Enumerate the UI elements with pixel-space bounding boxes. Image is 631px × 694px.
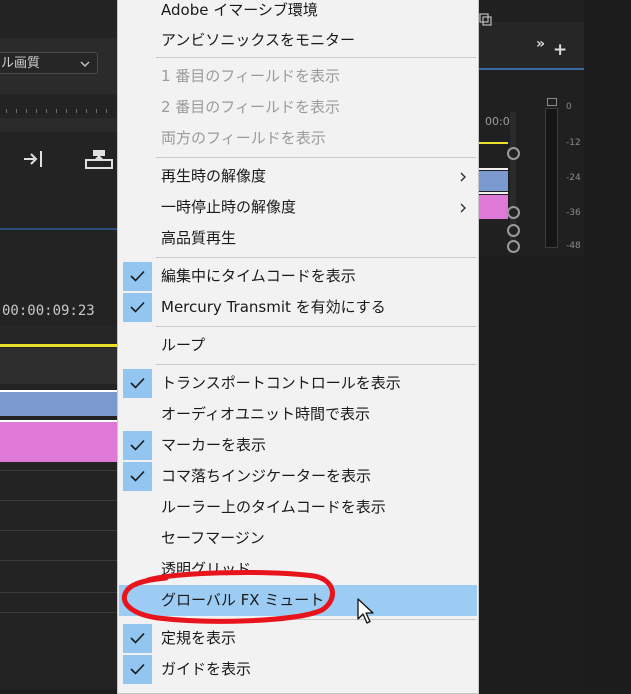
submenu-arrow-icon	[460, 172, 466, 182]
menu-item-label: 2 番目のフィールドを表示	[161, 98, 341, 116]
track-divider	[0, 612, 118, 613]
timeline-timecode: 00:00:09:23	[2, 303, 95, 319]
menu-item-label: 定規を表示	[161, 629, 237, 647]
checkmark-icon	[123, 293, 152, 322]
menu-item-label: 再生時の解像度	[161, 167, 267, 185]
mouse-cursor-icon	[357, 598, 374, 624]
video-clip-right[interactable]	[478, 171, 508, 191]
menu-item-show-timecode-editing[interactable]: 編集中にタイムコードを表示	[119, 261, 477, 292]
chevron-down-icon	[80, 61, 90, 67]
checkmark-icon	[123, 262, 152, 291]
menu-item-label: Mercury Transmit を有効にする	[161, 298, 386, 316]
menu-item-show-transport-controls[interactable]: トランスポートコントロールを表示	[119, 368, 477, 399]
menu-item-label: 編集中にタイムコードを表示	[161, 267, 356, 285]
panel-focus-border	[0, 228, 118, 230]
menu-item-loop[interactable]: ループ	[119, 330, 477, 361]
work-area-bar-right	[478, 142, 508, 144]
menu-item-label: トランスポートコントロールを表示	[161, 374, 401, 392]
menu-item-safe-margins[interactable]: セーフマージン	[119, 523, 477, 554]
menu-item-paused-resolution[interactable]: 一時停止時の解像度	[119, 192, 477, 223]
menu-item-label: Adobe イマーシブ環境	[161, 1, 318, 19]
timeline-track	[0, 348, 118, 384]
menu-separator	[156, 364, 476, 365]
menu-item-show-rulers[interactable]: 定規を表示	[119, 623, 477, 654]
menu-item-label: オーディオユニット時間で表示	[161, 405, 370, 423]
red-annotation-circle	[122, 570, 335, 624]
menu-separator	[156, 257, 476, 258]
checkmark-icon	[123, 462, 152, 491]
checkmark-icon	[123, 655, 152, 684]
monitor-ruler	[6, 109, 107, 113]
right-dark-area	[584, 0, 631, 689]
plus-icon[interactable]: +	[553, 40, 567, 60]
meter-label: -24	[566, 173, 581, 183]
track-divider	[0, 500, 118, 501]
monitor-scrub-bar[interactable]	[0, 118, 118, 132]
scroll-knob[interactable]	[507, 206, 520, 219]
track-divider	[0, 470, 118, 471]
double-chevron-icon[interactable]: »	[536, 36, 545, 52]
menu-item-label: マーカーを表示	[161, 436, 267, 454]
meter-solo-button[interactable]	[547, 98, 557, 106]
menu-item-mercury-transmit[interactable]: Mercury Transmit を有効にする	[119, 292, 477, 323]
menu-separator	[156, 326, 476, 327]
submenu-arrow-icon	[460, 203, 466, 213]
track-divider	[0, 560, 118, 561]
menu-item-label: ループ	[161, 336, 206, 354]
work-area-bar[interactable]	[0, 344, 118, 347]
panel-menu-icon[interactable]	[478, 12, 492, 26]
menu-item-first-field: 1 番目のフィールドを表示	[119, 61, 477, 92]
menu-item-label: コマ落ちインジケーターを表示	[161, 467, 372, 485]
playback-quality-dropdown[interactable]: ル画質	[0, 52, 98, 74]
menu-item-monitor-ambisonics[interactable]: アンビソニックスをモニター	[119, 25, 477, 56]
checkmark-icon	[123, 624, 152, 653]
menu-separator	[156, 57, 476, 58]
audio-clip-right[interactable]	[478, 195, 508, 219]
meter-label: 0	[566, 102, 572, 112]
menu-separator	[156, 157, 476, 158]
meter-label: -36	[566, 208, 581, 218]
clip-edge	[478, 192, 508, 194]
audio-meter	[545, 108, 558, 248]
menu-item-label: ルーラー上のタイムコードを表示	[161, 498, 386, 516]
menu-item-audio-units[interactable]: オーディオユニット時間で表示	[119, 399, 477, 430]
menu-item-both-fields: 両方のフィールドを表示	[119, 123, 477, 154]
audio-clip[interactable]	[0, 420, 118, 462]
menu-item-dropped-frame-indicator[interactable]: コマ落ちインジケーターを表示	[119, 461, 477, 492]
scroll-knob[interactable]	[507, 147, 520, 160]
meter-label: -12	[566, 138, 581, 148]
source-timecode: 00:0	[485, 115, 510, 128]
menu-item-ruler-timecode[interactable]: ルーラー上のタイムコードを表示	[119, 492, 477, 523]
menu-item-label: 一時停止時の解像度	[161, 198, 297, 216]
insert-icon[interactable]	[22, 148, 46, 170]
video-clip[interactable]	[0, 390, 118, 416]
checkmark-icon	[123, 369, 152, 398]
timeline-ruler[interactable]	[0, 326, 118, 344]
overwrite-icon[interactable]	[84, 148, 114, 170]
menu-item-label: ガイドを表示	[161, 660, 252, 678]
checkmark-icon	[123, 431, 152, 460]
panel-header	[478, 22, 584, 70]
menu-item-label: アンビソニックスをモニター	[161, 31, 355, 49]
playback-quality-value: ル画質	[1, 56, 41, 71]
menu-item-high-quality-playback[interactable]: 高品質再生	[119, 223, 477, 254]
menu-item-label: 1 番目のフィールドを表示	[161, 67, 341, 85]
menu-item-playback-resolution[interactable]: 再生時の解像度	[119, 161, 477, 192]
clip-edge	[478, 168, 508, 170]
meter-label: -48	[566, 241, 581, 251]
scroll-knob[interactable]	[507, 240, 520, 253]
menu-item-show-markers[interactable]: マーカーを表示	[119, 430, 477, 461]
menu-item-label: 高品質再生	[161, 229, 237, 247]
menu-item-second-field: 2 番目のフィールドを表示	[119, 92, 477, 123]
scroll-knob[interactable]	[507, 224, 520, 237]
menu-item-label: セーフマージン	[161, 529, 265, 547]
track-divider	[0, 530, 118, 531]
track-divider	[0, 592, 118, 593]
menu-item-label: 両方のフィールドを表示	[161, 129, 326, 147]
menu-item-show-guides[interactable]: ガイドを表示	[119, 654, 477, 685]
menu-item-immersive[interactable]: Adobe イマーシブ環境	[119, 0, 477, 26]
